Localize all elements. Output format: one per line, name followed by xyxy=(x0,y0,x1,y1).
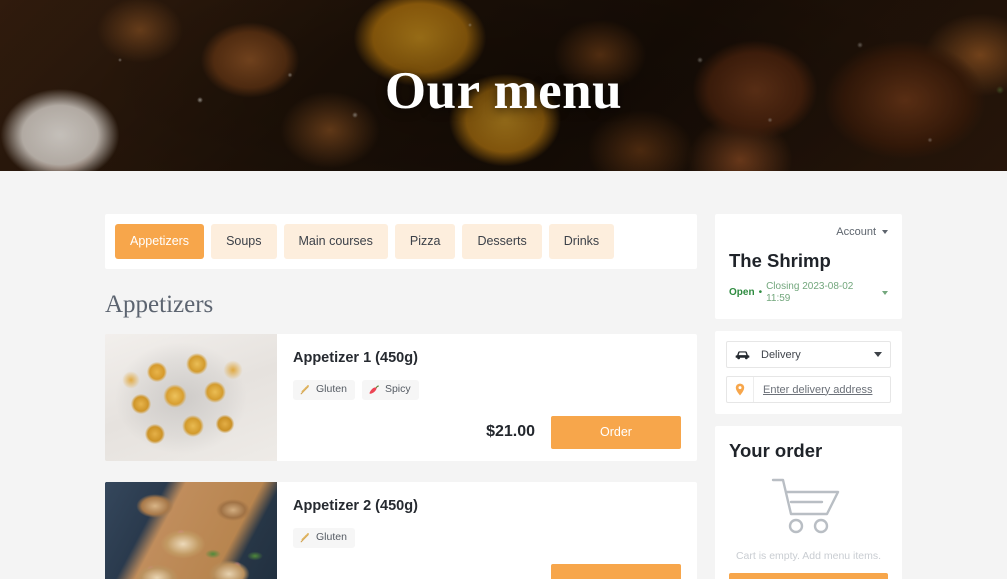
chevron-down-icon xyxy=(882,291,888,295)
order-title: Your order xyxy=(729,440,823,461)
status-badge: Open xyxy=(729,287,755,298)
delivery-mode-select[interactable]: Delivery xyxy=(726,341,891,368)
tab-appetizers[interactable]: Appetizers xyxy=(115,224,205,259)
wheat-icon xyxy=(299,532,311,544)
map-pin-icon xyxy=(727,377,754,402)
menu-item-body: Appetizer 1 (450g) Gluten Spicy $21.00 O… xyxy=(277,334,697,461)
sidebar: Account The Shrimp Open • Closing 2023-0… xyxy=(715,171,902,579)
order-button[interactable] xyxy=(551,563,681,579)
menu-item-card[interactable]: Appetizer 1 (450g) Gluten Spicy $21.00 O… xyxy=(105,333,697,461)
menu-item-tags: Gluten Spicy xyxy=(293,379,681,400)
content-layout: Appetizers Soups Main courses Pizza Dess… xyxy=(105,171,902,579)
section-heading: Appetizers xyxy=(105,290,214,318)
menu-item-name: Appetizer 2 (450g) xyxy=(293,497,418,514)
menu-item-photo xyxy=(105,481,277,579)
checkout-button[interactable] xyxy=(729,573,888,579)
delivery-address-field[interactable]: Enter delivery address xyxy=(726,376,891,403)
caret-down-icon xyxy=(874,352,882,357)
venue-name: The Shrimp xyxy=(729,250,831,271)
venue-card: Account The Shrimp Open • Closing 2023-0… xyxy=(715,214,902,319)
menu-item-card[interactable]: Appetizer 2 (450g) Gluten xyxy=(105,481,697,579)
delivery-address-link: Enter delivery address xyxy=(763,383,873,396)
chili-pepper-icon xyxy=(368,384,380,396)
hero-banner: Our menu xyxy=(0,0,1007,171)
tag-gluten: Gluten xyxy=(293,379,355,400)
tab-desserts[interactable]: Desserts xyxy=(462,224,542,259)
tag-spicy: Spicy xyxy=(361,379,419,400)
order-card: Your order Cart is empty. Add menu items… xyxy=(715,426,902,579)
delivery-mode-label: Delivery xyxy=(761,348,801,361)
delivery-card: Delivery Enter delivery address xyxy=(715,331,902,414)
menu-item-body: Appetizer 2 (450g) Gluten xyxy=(277,482,697,579)
account-label: Account xyxy=(836,226,876,238)
menu-item-footer: $21.00 Order xyxy=(293,415,681,449)
shopping-cart-icon xyxy=(729,476,888,538)
menu-item-tags: Gluten xyxy=(293,527,681,548)
menu-item-footer xyxy=(293,563,681,579)
category-tabs: Appetizers Soups Main courses Pizza Dess… xyxy=(105,214,697,269)
menu-item-price: $21.00 xyxy=(486,423,535,440)
venue-status[interactable]: Open • Closing 2023-08-02 11:59 xyxy=(729,281,888,305)
page-content: Appetizers Soups Main courses Pizza Dess… xyxy=(0,171,1007,579)
closing-time: Closing 2023-08-02 11:59 xyxy=(766,281,854,304)
tag-label: Gluten xyxy=(316,383,347,396)
menu-item-photo xyxy=(105,333,277,461)
tab-main-courses[interactable]: Main courses xyxy=(283,224,388,259)
chevron-down-icon xyxy=(882,230,888,234)
menu-item-name: Appetizer 1 (450g) xyxy=(293,349,418,366)
car-icon xyxy=(735,349,755,360)
wheat-icon xyxy=(299,384,311,396)
menu-column: Appetizers Soups Main courses Pizza Dess… xyxy=(105,171,697,579)
account-menu[interactable]: Account xyxy=(729,226,888,238)
tab-soups[interactable]: Soups xyxy=(211,224,277,259)
cart-empty-message: Cart is empty. Add menu items. xyxy=(735,550,882,562)
tab-drinks[interactable]: Drinks xyxy=(548,224,615,259)
tag-label: Spicy xyxy=(384,383,411,396)
tag-label: Gluten xyxy=(316,531,347,544)
tab-pizza[interactable]: Pizza xyxy=(394,224,456,259)
status-separator: • xyxy=(758,287,763,298)
order-button[interactable]: Order xyxy=(551,415,681,449)
page-title: Our menu xyxy=(384,62,623,120)
tag-gluten: Gluten xyxy=(293,527,355,548)
